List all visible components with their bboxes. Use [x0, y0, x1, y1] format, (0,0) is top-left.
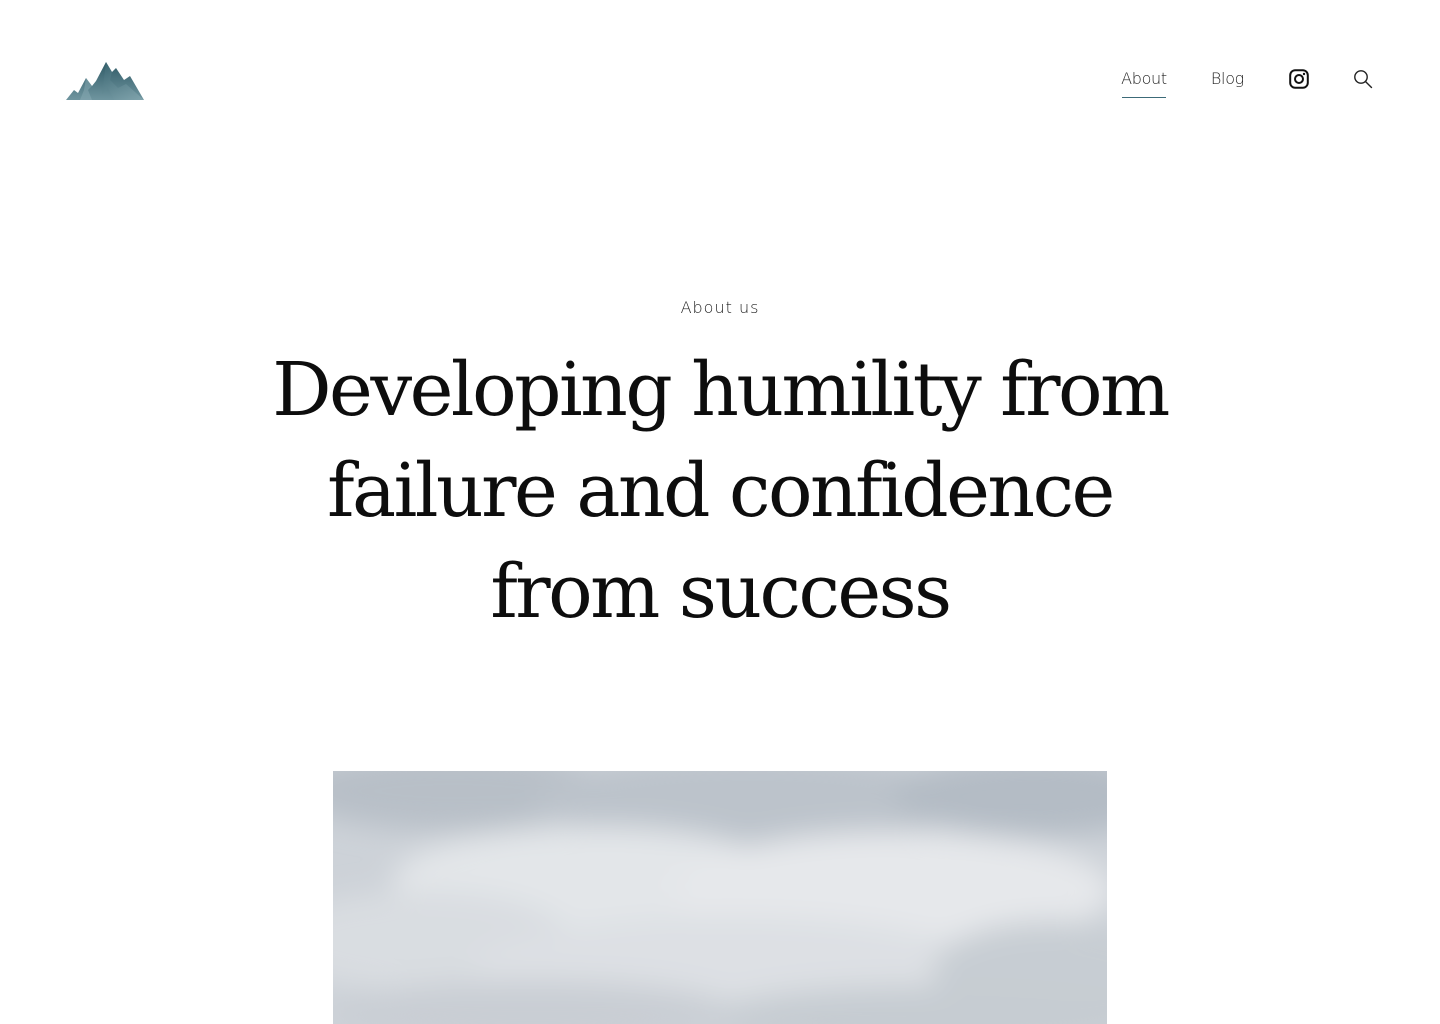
mountain-logo-icon — [66, 62, 144, 100]
nav-link-blog[interactable]: Blog — [1211, 64, 1244, 94]
page: About Blog About us Developing humility … — [0, 0, 1440, 1024]
nav-link-about[interactable]: About — [1121, 64, 1167, 98]
section-eyebrow: About us — [680, 298, 760, 317]
page-headline: Developing humility from failure and con… — [272, 347, 1170, 635]
site-header: About Blog — [0, 0, 1440, 160]
hero-image — [333, 771, 1107, 1024]
search-icon[interactable] — [1352, 68, 1374, 90]
cloudy-sky-image — [333, 771, 1107, 1024]
site-logo[interactable] — [66, 60, 146, 102]
main-nav: About Blog — [1121, 64, 1374, 98]
instagram-icon[interactable] — [1288, 68, 1310, 90]
